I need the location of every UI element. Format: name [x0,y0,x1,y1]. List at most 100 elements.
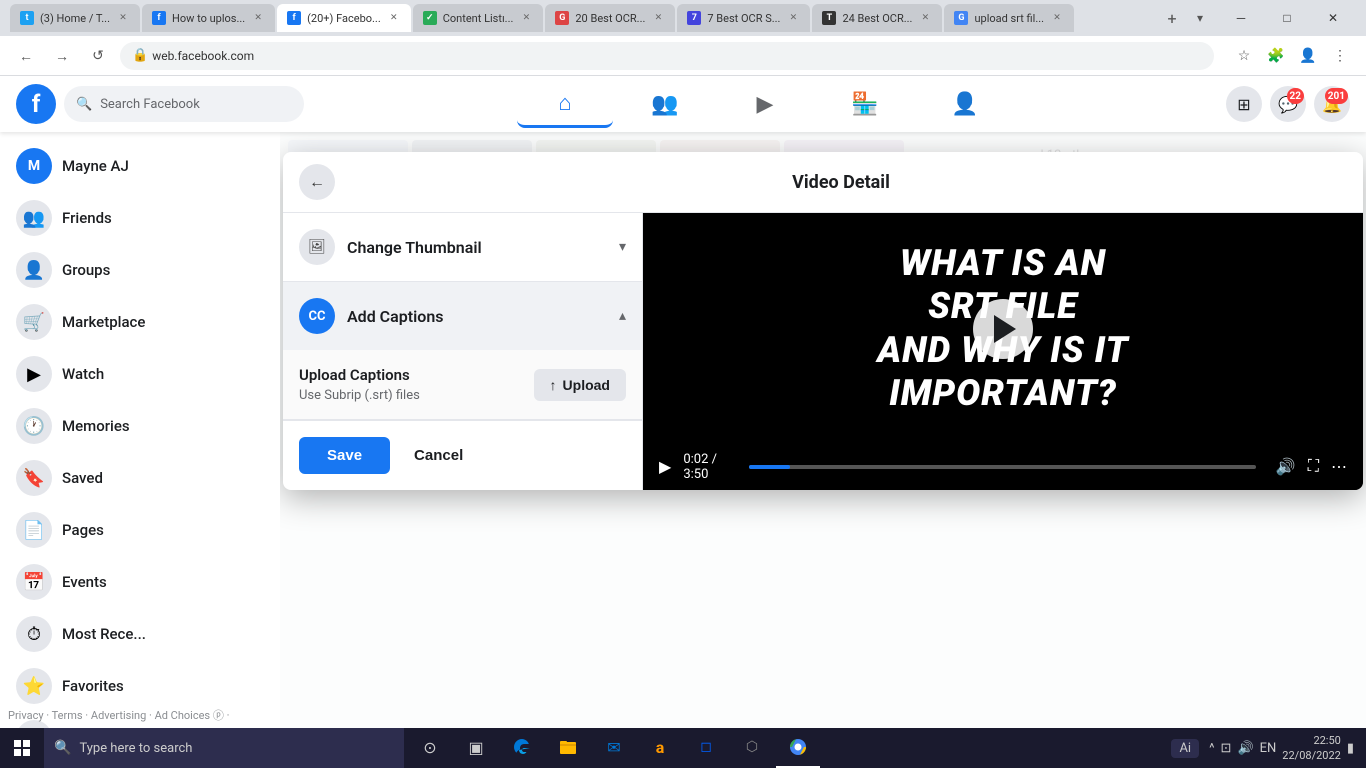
tab-tab8[interactable]: G upload srt fil... ✕ [944,4,1074,32]
taskbar-app-chrome[interactable] [776,728,820,768]
forward-button[interactable]: → [48,42,76,70]
tab-close-button[interactable]: ✕ [519,11,533,25]
play-pause-button[interactable]: ▶ [659,457,671,477]
explorer-icon [558,737,578,757]
tray-network-icon[interactable]: ⊡ [1221,741,1232,756]
grid-icon[interactable]: ⊞ [1226,86,1262,122]
nav-marketplace[interactable]: 🏪 [817,80,913,128]
main-content: and 13 others nd 12 others ← Video Detai… [280,132,1366,754]
more-options-button[interactable]: ⋯ [1331,457,1347,477]
sidebar-label-marketplace: Marketplace [62,313,145,331]
tab-tab7[interactable]: T 24 Best OCR... ✕ [812,4,942,32]
video-text-line1: WHAT IS AN [877,242,1128,285]
change-thumbnail-header[interactable]: 🖼 Change Thumbnail ▾ [283,213,642,281]
tab-tab5[interactable]: G 20 Best OCR... ✕ [545,4,675,32]
extensions-button[interactable]: 🧩 [1262,42,1290,70]
back-button[interactable]: ← [12,42,40,70]
menu-button[interactable]: ⋮ [1326,42,1354,70]
save-button[interactable]: Save [299,437,390,474]
pages-icon: 📄 [16,512,52,548]
taskbar-app-db2[interactable]: ⬡ [730,728,774,768]
minimize-button[interactable]: ─ [1218,3,1264,33]
sidebar-item-most-recent[interactable]: ⏱ Most Rece... [8,608,272,660]
sidebar-item-watch[interactable]: ▶ Watch [8,348,272,400]
reload-button[interactable]: ↺ [84,42,112,70]
fullscreen-button[interactable]: ⛶ [1308,458,1319,476]
sidebar-item-favorites[interactable]: ⭐ Favorites [8,660,272,712]
nav-home[interactable]: ⌂ [517,80,613,128]
sidebar-item-saved[interactable]: 🔖 Saved [8,452,272,504]
tab-tab2[interactable]: f How to uplos... ✕ [142,4,275,32]
notifications-icon[interactable]: 🔔 201 [1314,86,1350,122]
tray-language-icon[interactable]: EN [1260,741,1277,756]
tab-tab3[interactable]: f (20+) Facebo... ✕ [277,4,411,32]
taskbar-search-bar[interactable]: 🔍 Type here to search [44,728,404,768]
tab-tab6[interactable]: 7 7 Best OCR S... ✕ [677,4,810,32]
upload-button[interactable]: ↑ Upload [534,369,626,401]
tray-show-hidden-icon[interactable]: ^ [1209,741,1214,756]
tab-close-button[interactable]: ✕ [251,11,265,25]
sidebar-username: Mayne AJ [62,157,129,175]
sidebar-item-events[interactable]: 📅 Events [8,556,272,608]
tab-overflow-button[interactable]: ▾ [1190,8,1210,28]
taskbar-app-taskview[interactable]: ▣ [454,728,498,768]
sidebar-item-groups[interactable]: 👤 Groups [8,244,272,296]
sidebar-item-marketplace[interactable]: 🛒 Marketplace [8,296,272,348]
maximize-button[interactable]: □ [1264,3,1310,33]
tab-close-button[interactable]: ✕ [387,11,401,25]
nav-groups[interactable]: 👤 [917,80,1013,128]
sidebar-item-pages[interactable]: 📄 Pages [8,504,272,556]
tab-close-button[interactable]: ✕ [918,11,932,25]
nav-friends[interactable]: 👥 [617,80,713,128]
tray-ai-button[interactable]: Ai [1171,739,1199,758]
address-text: web.facebook.com [152,49,254,63]
taskbar-search-icon: 🔍 [54,740,71,756]
progress-bar[interactable] [749,465,1256,469]
sidebar-user[interactable]: M Mayne AJ [8,140,272,192]
tab-close-button[interactable]: ✕ [116,11,130,25]
tab-close-button[interactable]: ✕ [651,11,665,25]
tab-label: Content Listı... [443,12,514,25]
tray-show-desktop-icon[interactable]: ▮ [1347,741,1354,756]
taskbar-app-edge[interactable] [500,728,544,768]
bookmark-button[interactable]: ☆ [1230,42,1258,70]
play-button[interactable] [973,299,1033,359]
messenger-icon[interactable]: 💬 22 [1270,86,1306,122]
saved-icon: 🔖 [16,460,52,496]
upload-label: Upload [563,377,610,393]
captions-label: Add Captions [347,307,607,326]
tray-volume-icon[interactable]: 🔊 [1237,741,1253,756]
taskbar-app-explorer[interactable] [546,728,590,768]
facebook-search[interactable]: 🔍 Search Facebook [64,86,304,122]
modal-overlay: ← Video Detail 🖼 Change Thumbna [280,132,1366,754]
close-button[interactable]: ✕ [1310,3,1356,33]
sidebar-label-saved: Saved [62,469,103,487]
profile-button[interactable]: 👤 [1294,42,1322,70]
taskbar: 🔍 Type here to search ⊙ ▣ ✉ a ◻ [0,728,1366,768]
sidebar-label-watch: Watch [62,365,104,383]
tab-close-button[interactable]: ✕ [1050,11,1064,25]
nav-video[interactable]: ▶ [717,80,813,128]
facebook-logo[interactable]: f [16,84,56,124]
volume-button[interactable]: 🔊 [1276,457,1296,477]
cancel-button[interactable]: Cancel [398,437,479,474]
taskbar-app-mail[interactable]: ✉ [592,728,636,768]
new-tab-button[interactable]: + [1158,4,1186,32]
tab-tab4[interactable]: ✓ Content Listı... ✕ [413,4,544,32]
sidebar-label-friends: Friends [62,209,112,227]
sidebar-item-friends[interactable]: 👥 Friends [8,192,272,244]
taskbar-app-dropbox[interactable]: ◻ [684,728,728,768]
address-bar[interactable]: 🔒 web.facebook.com [120,42,1214,70]
tab-close-button[interactable]: ✕ [786,11,800,25]
modal-back-button[interactable]: ← [299,164,335,200]
tray-clock[interactable]: 22:50 22/08/2022 [1282,733,1341,764]
taskbar-app-cortana[interactable]: ⊙ [408,728,452,768]
tab-tab1[interactable]: t (3) Home / T... ✕ [10,4,140,32]
video-panel: WHAT IS AN SRT FILE AND WHY IS IT IMPORT… [643,213,1363,490]
add-captions-header[interactable]: CC Add Captions ▴ [283,282,642,350]
start-button[interactable] [0,728,44,768]
taskbar-app-amazon[interactable]: a [638,728,682,768]
sidebar-item-memories[interactable]: 🕐 Memories [8,400,272,452]
video-detail-modal: ← Video Detail 🖼 Change Thumbna [283,152,1363,490]
tab-label: upload srt fil... [974,12,1044,25]
